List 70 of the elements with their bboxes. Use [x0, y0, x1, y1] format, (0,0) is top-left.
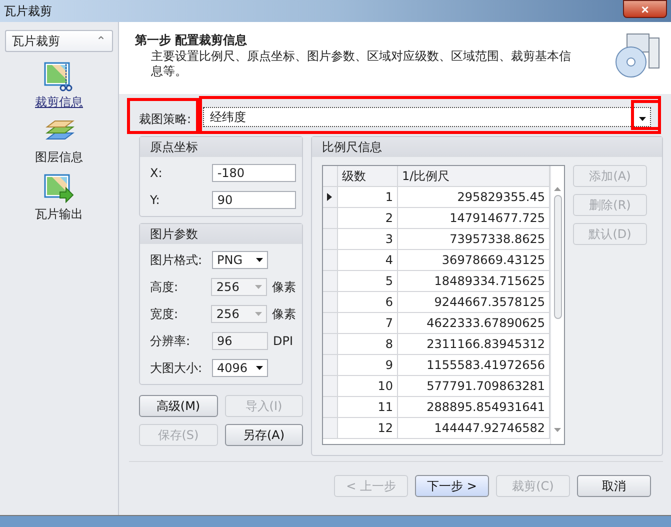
step-title: 第一步 配置裁剪信息: [135, 32, 248, 49]
table-cell: 73957338.8625: [398, 229, 550, 250]
field-label: 分辨率:: [150, 332, 192, 350]
table-cell: 9244667.3578125: [398, 292, 550, 313]
table-cell: 577791.709863281: [398, 376, 550, 397]
group-title: 原点坐标: [140, 137, 302, 157]
dropdown[interactable]: PNG: [212, 251, 268, 269]
column-header[interactable]: 级数: [338, 166, 398, 187]
table-cell: 288895.854931641: [398, 397, 550, 418]
table-cell: 4: [338, 250, 398, 271]
table-cell: 2311166.83945312: [398, 334, 550, 355]
wizard-button[interactable]: 下一步 >: [415, 475, 489, 497]
table-cell: 3: [338, 229, 398, 250]
table-cell: 8: [338, 334, 398, 355]
table-cell: 1: [338, 187, 398, 208]
input-field[interactable]: 90: [212, 191, 296, 209]
table-cell: 1155583.41972656: [398, 355, 550, 376]
step-description: 主要设置比例尺、原点坐标、图片参数、区域对应级数、区域范围、裁剪基本信息等。: [151, 49, 572, 79]
table-cell: 4622333.67890625: [398, 313, 550, 334]
field-label: 大图大小:: [150, 360, 204, 376]
table-cell: 36978669.43125: [398, 250, 550, 271]
window-title: 瓦片裁剪: [4, 2, 52, 20]
table-cell: 2: [338, 208, 398, 229]
table-cell: 144447.92746582: [398, 418, 550, 439]
table-cell: 12: [338, 418, 398, 439]
action-button[interactable]: 高级(M): [139, 395, 218, 417]
column-header[interactable]: 1/比例尺: [398, 166, 550, 187]
sidebar-item[interactable]: 瓦片输出: [35, 206, 83, 223]
table-cell: 9: [338, 355, 398, 376]
scrollbar-thumb[interactable]: [554, 195, 562, 319]
sidebar-header[interactable]: 瓦片裁剪 ⌃: [5, 30, 113, 52]
strategy-dropdown[interactable]: 经纬度: [203, 107, 651, 127]
table-cell: 147914677.725: [398, 208, 550, 229]
row-header[interactable]: [323, 187, 338, 208]
strategy-label: 裁图策略:: [138, 110, 192, 128]
map-scissors-icon: [44, 62, 74, 92]
map-arrow-icon: [44, 174, 74, 204]
dropdown-arrow-icon: [256, 258, 263, 262]
table-cell: 11: [338, 397, 398, 418]
table-cell: 295829355.45: [398, 187, 550, 208]
table-cell: 5: [338, 271, 398, 292]
wizard-button[interactable]: 取消: [577, 475, 651, 497]
unit-label: 像素: [272, 278, 296, 296]
field-label: 图片格式:: [150, 252, 204, 268]
row-header: [323, 166, 338, 187]
scroll-down-icon[interactable]: [554, 428, 561, 432]
field-label: Y:: [150, 193, 161, 207]
computer-disc-icon: [613, 32, 661, 80]
scroll-up-icon[interactable]: [554, 187, 561, 191]
input-field[interactable]: -180: [212, 164, 296, 182]
action-button[interactable]: 另存(A): [224, 424, 303, 446]
sidebar-item[interactable]: 裁剪信息: [35, 94, 83, 111]
unit-label: DPI: [273, 334, 294, 348]
group-title: 比例尺信息: [312, 137, 662, 157]
dropdown[interactable]: 4096: [212, 359, 268, 377]
table-cell: 10: [338, 376, 398, 397]
dropdown-arrow-icon: [639, 117, 646, 121]
sidebar-item[interactable]: 图层信息: [35, 149, 83, 166]
dropdown-arrow-icon: [255, 285, 262, 289]
field-label: 高度:: [150, 278, 180, 296]
unit-label: 像素: [272, 306, 296, 322]
table-cell: 18489334.715625: [398, 271, 550, 292]
table-cell: 7: [338, 313, 398, 334]
field-label: 宽度:: [150, 306, 180, 322]
group-title: 图片参数: [140, 224, 302, 244]
dropdown-arrow-icon: [255, 312, 262, 316]
dropdown-arrow-icon: [256, 366, 263, 370]
row-pointer-icon: [327, 193, 332, 201]
table-cell: 6: [338, 292, 398, 313]
field-label: X:: [150, 166, 164, 180]
